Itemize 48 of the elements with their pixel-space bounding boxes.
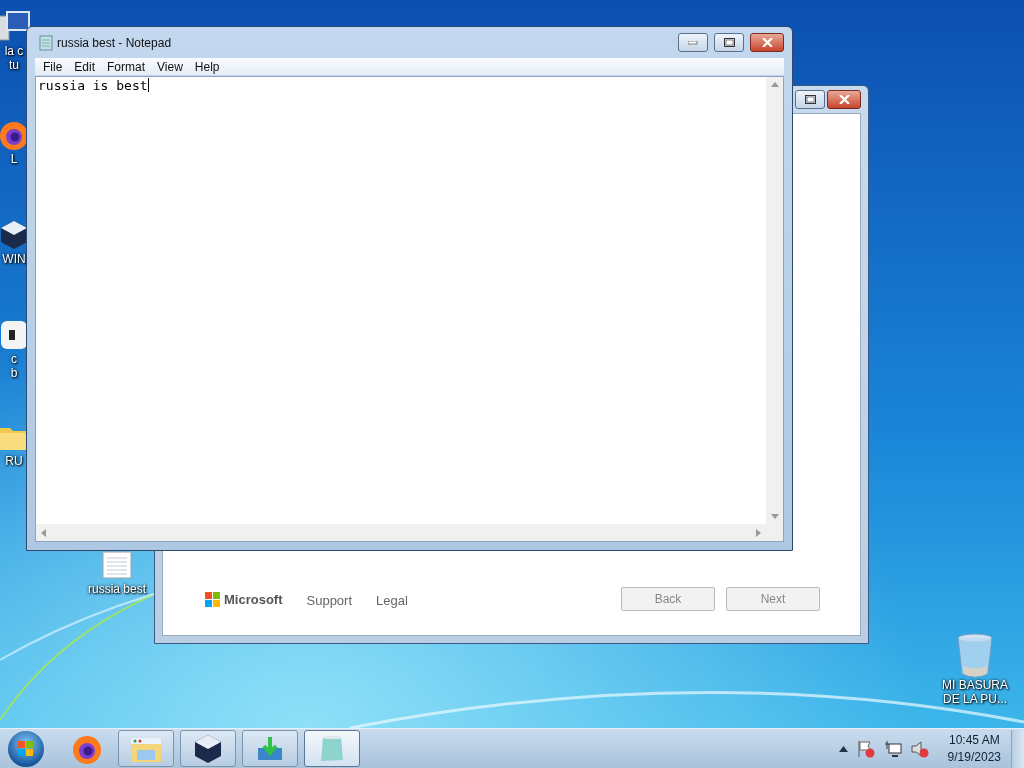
- menu-item[interactable]: View: [151, 59, 189, 74]
- vertical-scrollbar[interactable]: [766, 77, 783, 524]
- scroll-left-icon: [41, 528, 46, 537]
- icon-label: c: [11, 352, 17, 366]
- icon-label: tu: [9, 58, 19, 72]
- max-button[interactable]: [714, 33, 744, 52]
- horizontal-scrollbar[interactable]: [36, 524, 766, 541]
- maximize-icon: [723, 38, 735, 47]
- taskbar-button[interactable]: [180, 730, 236, 767]
- icon-label: b: [10, 366, 18, 380]
- close-icon: [838, 95, 850, 104]
- menu-item[interactable]: Format: [101, 59, 152, 74]
- window-title: russia best - Notepad: [57, 35, 173, 50]
- footer-link[interactable]: Legal: [376, 592, 408, 608]
- min-button[interactable]: [678, 33, 708, 52]
- maximize-icon: [804, 95, 816, 104]
- menu-item[interactable]: File: [37, 59, 69, 74]
- menu-item[interactable]: Edit: [68, 59, 102, 74]
- menu-item[interactable]: Help: [188, 59, 226, 74]
- icon-label: DE LA PU...: [943, 692, 1007, 706]
- windows-logo-icon: [205, 591, 220, 607]
- close-icon: [761, 38, 773, 47]
- close-button[interactable]: [750, 33, 784, 52]
- flag-icon[interactable]: [855, 739, 876, 758]
- icon-label: MI BASURA: [942, 678, 1008, 692]
- icon-label: L: [10, 152, 18, 166]
- icon-label: RU: [5, 454, 23, 468]
- scroll-right-icon: [756, 528, 761, 537]
- icon-label: russia best: [88, 582, 146, 596]
- start-button[interactable]: [8, 730, 44, 767]
- restore-button[interactable]: [795, 90, 825, 109]
- footer-link[interactable]: Support: [306, 592, 353, 608]
- recycle-bin-icon: [955, 632, 995, 678]
- scroll-down-icon: [770, 514, 779, 519]
- minimize-icon: [688, 40, 698, 45]
- brand-name: Microsoft: [224, 591, 283, 607]
- notepad-icon: [39, 34, 53, 51]
- network-icon[interactable]: [883, 739, 902, 758]
- icon-label: la c: [4, 44, 24, 58]
- clock[interactable]: 10:45 AM 9/19/2023: [947, 731, 1001, 766]
- icon-label: WIN: [2, 252, 26, 266]
- speaker-icon[interactable]: [909, 739, 930, 758]
- show-hidden-icons-icon[interactable]: [838, 745, 848, 752]
- windows-logo-icon: [18, 740, 34, 757]
- computer-icon: [0, 10, 31, 44]
- close-button[interactable]: [827, 90, 861, 109]
- scroll-up-icon: [770, 82, 779, 87]
- text-file-icon: [100, 548, 134, 582]
